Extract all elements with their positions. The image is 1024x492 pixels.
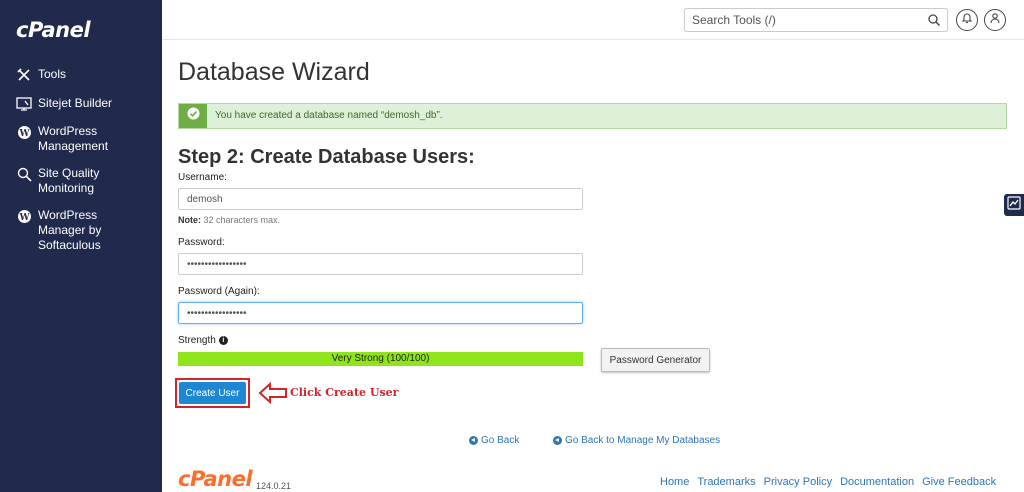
go-back-link[interactable]: Go Back	[469, 435, 519, 446]
password-generator-button[interactable]: Password Generator	[601, 348, 710, 372]
sidebar-item-label: WordPress Manager by Softaculous	[38, 208, 102, 252]
go-back-manage-link[interactable]: Go Back to Manage My Databases	[553, 435, 720, 446]
password-again-label: Password (Again):	[178, 286, 260, 297]
footer-links: Home Trademarks Privacy Policy Documenta…	[660, 476, 1004, 488]
page-title: Database Wizard	[178, 58, 370, 86]
user-menu-button[interactable]	[984, 9, 1006, 31]
sitejet-icon	[16, 96, 32, 112]
cpanel-logo[interactable]: cPanel	[16, 18, 91, 42]
create-user-button[interactable]: Create User	[179, 382, 246, 404]
success-alert: You have created a database named “demos…	[178, 103, 1007, 129]
sidebar-item-site-quality-monitoring[interactable]: Site Quality Monitoring	[0, 163, 162, 199]
sidebar-item-sitejet-builder[interactable]: Sitejet Builder	[0, 93, 162, 115]
back-arrow-icon	[469, 436, 478, 445]
bell-icon	[961, 11, 973, 29]
username-label: Username:	[178, 172, 227, 183]
top-bar	[162, 0, 1024, 40]
note-bold: Note:	[178, 215, 201, 225]
sidebar-item-wordpress-management[interactable]: W WordPress Management	[0, 121, 162, 157]
strength-meter-text: Very Strong (100/100)	[331, 353, 430, 364]
strength-label-text: Strength	[178, 335, 216, 346]
username-input[interactable]	[178, 188, 583, 210]
search-input[interactable]	[685, 9, 915, 31]
footer-link-trademarks[interactable]: Trademarks	[697, 476, 755, 488]
sidebar-item-label: Tools	[38, 67, 67, 81]
sidebar-item-label: WordPress Management	[38, 124, 109, 153]
svg-text:W: W	[18, 213, 30, 223]
tools-icon	[16, 67, 32, 83]
sidebar-nav: Tools Sitejet Builder W WordPress Manage…	[0, 62, 162, 256]
back-arrow-icon	[553, 436, 562, 445]
wordpress-icon: W	[16, 208, 32, 224]
footer-link-home[interactable]: Home	[660, 476, 689, 488]
check-circle-icon	[187, 107, 200, 125]
username-note: Note: 32 characters max.	[178, 215, 280, 225]
sidebar-item-wordpress-manager-softaculous[interactable]: W WordPress Manager by Softaculous	[0, 205, 162, 256]
sidebar: cPanel Tools Sitejet Builder W WordPress…	[0, 0, 162, 492]
annotation-text: Click Create User	[290, 386, 399, 399]
sidebar-item-label: Sitejet Builder	[38, 96, 113, 110]
wordpress-icon: W	[16, 124, 32, 140]
footer-link-documentation[interactable]: Documentation	[840, 476, 914, 488]
search-monitor-icon	[16, 166, 32, 182]
info-icon[interactable]: i	[218, 336, 228, 345]
strength-label: Strength i	[178, 335, 228, 346]
footer-link-privacy-policy[interactable]: Privacy Policy	[764, 476, 832, 488]
search-icon[interactable]	[927, 13, 941, 27]
go-back-manage-text: Go Back to Manage My Databases	[565, 435, 721, 446]
note-text: 32 characters max.	[201, 215, 281, 225]
analytics-tab[interactable]	[1004, 194, 1024, 216]
password-again-input[interactable]	[178, 302, 583, 324]
password-label: Password:	[178, 237, 225, 248]
chart-icon	[1007, 195, 1021, 215]
version-number: 124.0.21	[256, 481, 292, 491]
notifications-button[interactable]	[956, 9, 978, 31]
left-arrow-icon	[258, 381, 288, 409]
svg-text:W: W	[18, 129, 30, 139]
sidebar-item-label: Site Quality Monitoring	[38, 166, 100, 195]
user-icon	[989, 11, 1001, 29]
alert-icon-box	[179, 104, 207, 128]
search-box	[684, 8, 948, 32]
go-back-text: Go Back	[481, 435, 520, 446]
password-input[interactable]	[178, 253, 583, 275]
footer-cpanel-logo: cPanel	[178, 467, 253, 491]
step-title: Step 2: Create Database Users:	[178, 146, 475, 168]
footer-link-give-feedback[interactable]: Give Feedback	[922, 476, 996, 488]
sidebar-item-tools[interactable]: Tools	[0, 64, 162, 86]
strength-meter: Very Strong (100/100)	[178, 352, 583, 366]
alert-message: You have created a database named “demos…	[215, 110, 443, 121]
